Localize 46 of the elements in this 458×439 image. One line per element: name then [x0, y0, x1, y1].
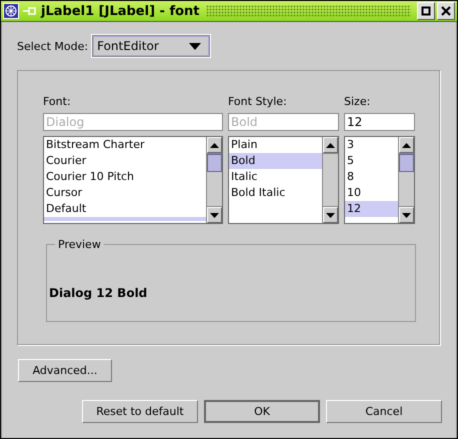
reset-button[interactable]: Reset to default [82, 400, 198, 423]
scrollbar[interactable] [322, 137, 338, 223]
advanced-button[interactable]: Advanced... [18, 359, 112, 382]
style-list-item[interactable]: Plain [229, 137, 322, 153]
style-field[interactable]: Bold [228, 113, 339, 131]
font-list-item[interactable]: Cursor [44, 185, 206, 201]
scroll-up-arrow-icon[interactable] [210, 142, 219, 148]
font-label: Font: [43, 95, 72, 110]
window-title: jLabel1 [JLabel] - font [41, 4, 200, 18]
font-list-item[interactable]: Bitstream Charter [44, 137, 206, 153]
scroll-up-arrow-icon[interactable] [402, 142, 411, 148]
style-label: Font Style: [228, 95, 288, 110]
close-button[interactable] [437, 2, 455, 20]
size-list-item[interactable]: 12 [345, 201, 398, 217]
size-list-item[interactable]: 8 [345, 169, 398, 185]
dropdown-arrow-icon [189, 42, 202, 50]
maximize-icon [421, 6, 431, 16]
ok-button[interactable]: OK [204, 400, 320, 423]
scroll-down-arrow-icon[interactable] [402, 212, 411, 218]
scroll-thumb[interactable] [207, 154, 222, 172]
style-list-item[interactable]: Italic [229, 169, 322, 185]
font-field[interactable]: Dialog [43, 113, 223, 131]
size-list-item[interactable]: 10 [345, 185, 398, 201]
scroll-down-arrow-icon[interactable] [326, 212, 335, 218]
maximize-button[interactable] [417, 2, 435, 20]
preview-title: Preview [57, 238, 102, 251]
mode-label: Select Mode: [17, 40, 88, 52]
style-list-item[interactable]: Bold Italic [229, 185, 322, 201]
size-label: Size: [344, 95, 372, 110]
size-list-item[interactable]: 5 [345, 153, 398, 169]
cancel-button[interactable]: Cancel [326, 400, 442, 423]
app-icon [3, 3, 19, 19]
close-icon [441, 6, 451, 16]
scrollbar[interactable] [398, 137, 414, 223]
style-list-item[interactable]: Bold [229, 153, 322, 169]
scroll-down-arrow-icon[interactable] [210, 212, 219, 218]
font-list-item[interactable]: Courier 10 Pitch [44, 169, 206, 185]
scroll-thumb[interactable] [399, 154, 414, 172]
preview-text: Dialog 12 Bold [49, 286, 148, 300]
font-list-item[interactable]: Courier [44, 153, 206, 169]
font-list-item[interactable]: Default [44, 201, 206, 217]
size-list-item[interactable]: 3 [345, 137, 398, 153]
scrollbar[interactable] [206, 137, 222, 223]
mode-dropdown[interactable]: FontEditor [92, 35, 210, 57]
size-field[interactable]: 12 [344, 113, 415, 131]
scroll-up-arrow-icon[interactable] [326, 142, 335, 148]
